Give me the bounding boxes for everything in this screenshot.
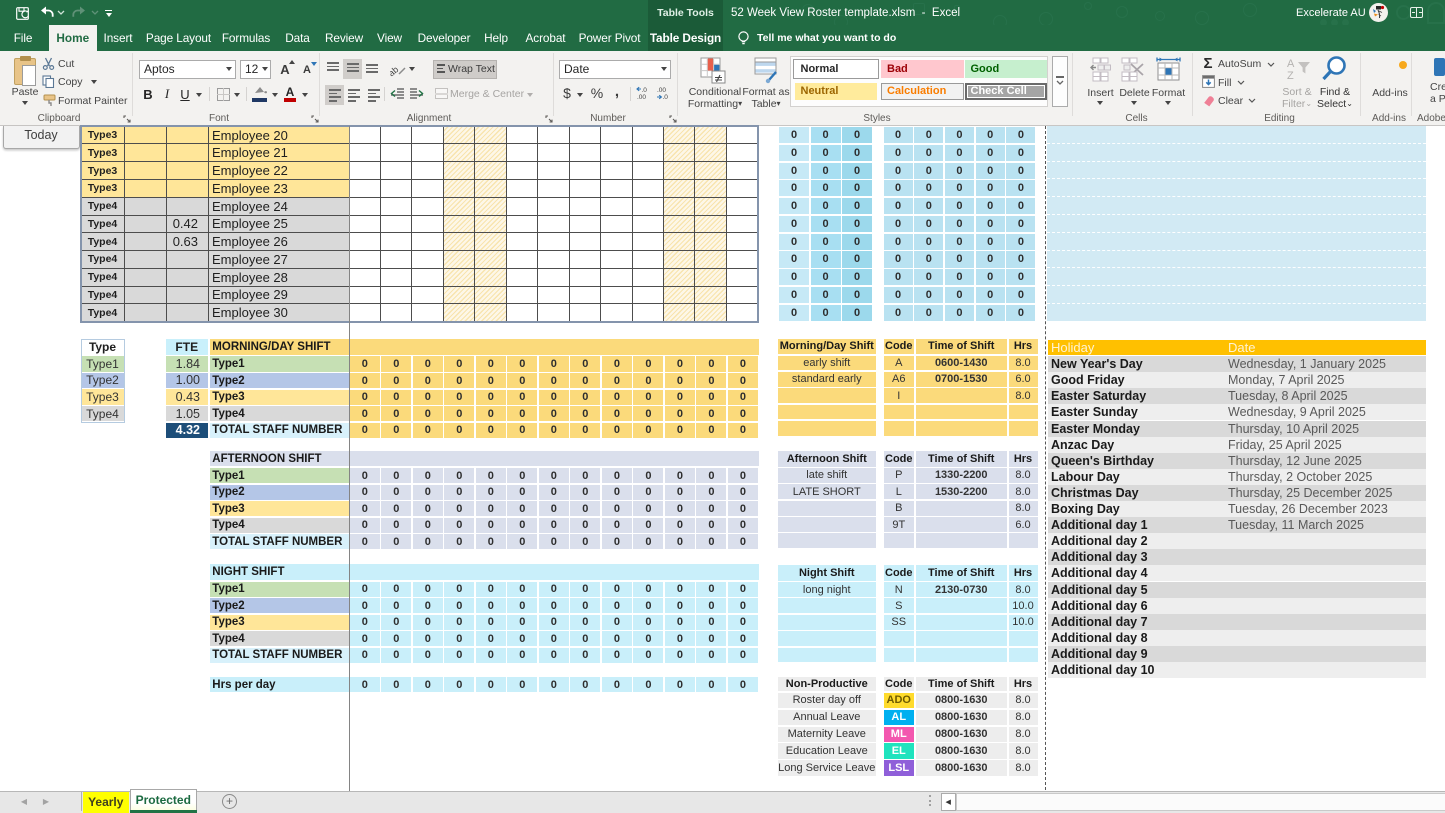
svg-text:ab: ab [390, 64, 400, 77]
svg-text:A: A [1287, 58, 1295, 70]
svg-text:.0: .0 [663, 94, 669, 100]
svg-text:.00: .00 [637, 94, 646, 100]
svg-text:.0: .0 [642, 87, 648, 94]
svg-text:Z: Z [1287, 70, 1294, 82]
svg-text:.00: .00 [657, 87, 666, 94]
